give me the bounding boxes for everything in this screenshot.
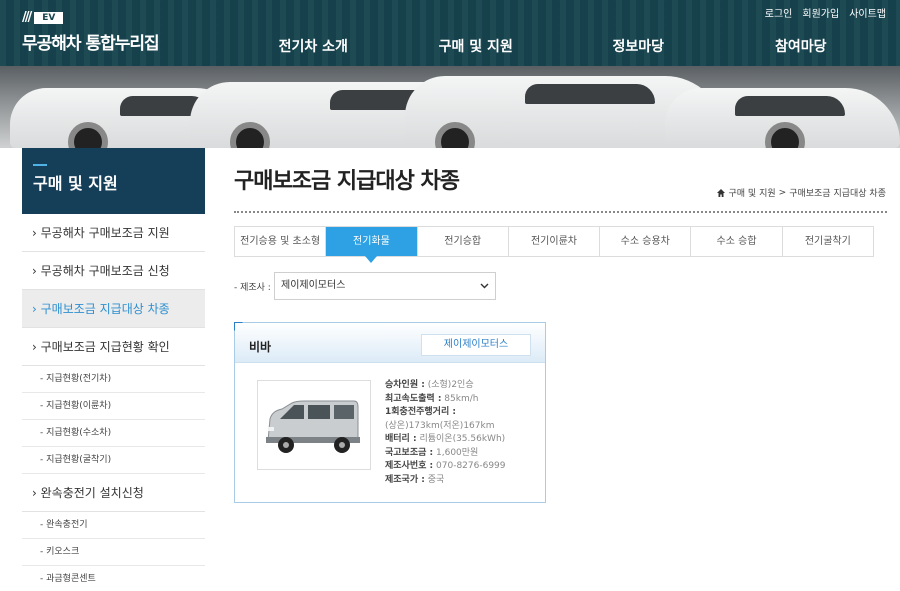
banner-car bbox=[665, 88, 900, 148]
vehicle-specs: 승차인원 : (소형)2인승 최고속도출력 : 85km/h 1회충전주행거리 … bbox=[385, 379, 506, 487]
nav-purchase-support[interactable]: 구매 및 지원 bbox=[395, 36, 558, 56]
breadcrumb-separator: > bbox=[778, 187, 787, 198]
spec-row: (상온)173km(저온)167km bbox=[385, 420, 495, 431]
sidebar-menu: › 무공해차 구매보조금 지원 › 무공해차 구매보조금 신청 › 구매보조금 … bbox=[22, 214, 205, 591]
sidebar-item-payment-status[interactable]: › 구매보조금 지급현황 확인 bbox=[22, 328, 205, 366]
sidebar-subitem-kiosk[interactable]: - 키오스크 bbox=[22, 539, 205, 566]
login-link[interactable]: 로그인 bbox=[765, 5, 793, 20]
sidebar-item-subsidy-apply[interactable]: › 무공해차 구매보조금 신청 bbox=[22, 252, 205, 290]
signup-link[interactable]: 회원가입 bbox=[802, 5, 839, 20]
logo-mark: /// EV bbox=[22, 10, 159, 25]
sidebar-item-eligible-models[interactable]: › 구매보조금 지급대상 차종 bbox=[22, 290, 205, 328]
logo-stripes: /// bbox=[22, 10, 32, 25]
logo-text: 무공해차 통합누리집 bbox=[22, 34, 160, 54]
spec-row: 배터리 : 리튬이온(35.56kWh) bbox=[385, 434, 506, 444]
site-logo[interactable]: /// EV 무공해차 통합누리집 bbox=[22, 10, 160, 54]
tab-electric-truck[interactable]: 전기화물 bbox=[326, 227, 418, 263]
breadcrumb: 구매 및 지원 > 구매보조금 지급대상 차종 bbox=[716, 186, 886, 199]
vehicle-card: 비바 제이제이모터스 승차인원 : (소형)2인승 최고속도출력 : 85km/… bbox=[234, 322, 546, 503]
sidebar-subitem-status-motorcycle[interactable]: - 지급현황(이륜차) bbox=[22, 393, 205, 420]
title-accent-bar bbox=[33, 164, 47, 166]
utility-nav: 로그인 회원가입 사이트맵 bbox=[765, 5, 886, 20]
site-header: /// EV 무공해차 통합누리집 로그인 회원가입 사이트맵 전기차 소개 구… bbox=[0, 0, 900, 66]
tab-hydrogen-bus[interactable]: 수소 승합 bbox=[691, 227, 783, 256]
nav-ev-intro[interactable]: 전기차 소개 bbox=[232, 36, 395, 56]
home-icon[interactable] bbox=[716, 188, 726, 198]
spec-row: 제조사번호 : 070-8276-6999 bbox=[385, 461, 506, 471]
tab-electric-motorcycle[interactable]: 전기이륜차 bbox=[508, 227, 601, 256]
sidebar-subitem-billing-outlet[interactable]: - 과금형콘센트 bbox=[22, 566, 205, 591]
van-image bbox=[266, 400, 360, 453]
sidebar-subitem-slow-charger[interactable]: - 완속충전기 bbox=[22, 512, 205, 539]
maker-select[interactable]: 제이제이모터스 bbox=[274, 272, 496, 300]
card-header: 비바 제이제이모터스 bbox=[235, 323, 545, 363]
tab-electric-bus[interactable]: 전기승합 bbox=[417, 227, 509, 256]
sidebar-title-text: 구매 및 지원 bbox=[33, 174, 118, 193]
main-nav: 전기차 소개 구매 및 지원 정보마당 참여마당 bbox=[232, 36, 882, 56]
spec-row: 최고속도출력 : 85km/h bbox=[385, 393, 479, 404]
logo-ev-badge: EV bbox=[34, 11, 64, 24]
spec-row: 1회충전주행거리 : bbox=[385, 407, 456, 417]
sidebar-item-charger-install[interactable]: › 완속충전기 설치신청 bbox=[22, 474, 205, 512]
sidebar-subitem-status-ev[interactable]: - 지급현황(전기차) bbox=[22, 366, 205, 393]
maker-select-value: 제이제이모터스 bbox=[281, 280, 346, 291]
spec-row: 제조국가 : 중국 bbox=[385, 474, 445, 485]
nav-participation[interactable]: 참여마당 bbox=[720, 36, 883, 56]
breadcrumb-current: 구매보조금 지급대상 차종 bbox=[789, 189, 886, 199]
chevron-down-icon bbox=[480, 283, 489, 289]
spec-row: 승차인원 : (소형)2인승 bbox=[385, 380, 474, 390]
hero-banner-image bbox=[0, 66, 900, 148]
breadcrumb-item[interactable]: 구매 및 지원 bbox=[729, 186, 776, 199]
maker-label: - 제조사 : bbox=[234, 283, 271, 293]
sidebar-subitem-status-excavator[interactable]: - 지급현황(굴착기) bbox=[22, 447, 205, 474]
page-title: 구매보조금 지급대상 차종 bbox=[234, 169, 460, 194]
vehicle-type-tabs: 전기승용 및 초소형 전기화물 전기승합 전기이륜차 수소 승용차 수소 승합 … bbox=[234, 226, 874, 263]
sitemap-link[interactable]: 사이트맵 bbox=[849, 5, 886, 20]
nav-info[interactable]: 정보마당 bbox=[557, 36, 720, 56]
vehicle-maker-badge: 제이제이모터스 bbox=[421, 334, 531, 356]
sidebar-subitem-status-hydrogen[interactable]: - 지급현황(수소차) bbox=[22, 420, 205, 447]
tab-hydrogen-car[interactable]: 수소 승용차 bbox=[600, 227, 692, 256]
sidebar-item-subsidy-support[interactable]: › 무공해차 구매보조금 지원 bbox=[22, 214, 205, 252]
title-divider bbox=[234, 211, 887, 213]
vehicle-model-name: 비바 bbox=[249, 340, 272, 354]
vehicle-image bbox=[257, 380, 371, 470]
spec-row: 국고보조금 : 1,600만원 bbox=[385, 447, 479, 458]
tab-passenger-ev[interactable]: 전기승용 및 초소형 bbox=[235, 227, 327, 256]
sidebar-title: 구매 및 지원 bbox=[22, 148, 205, 214]
tab-electric-excavator[interactable]: 전기굴착기 bbox=[782, 227, 873, 256]
